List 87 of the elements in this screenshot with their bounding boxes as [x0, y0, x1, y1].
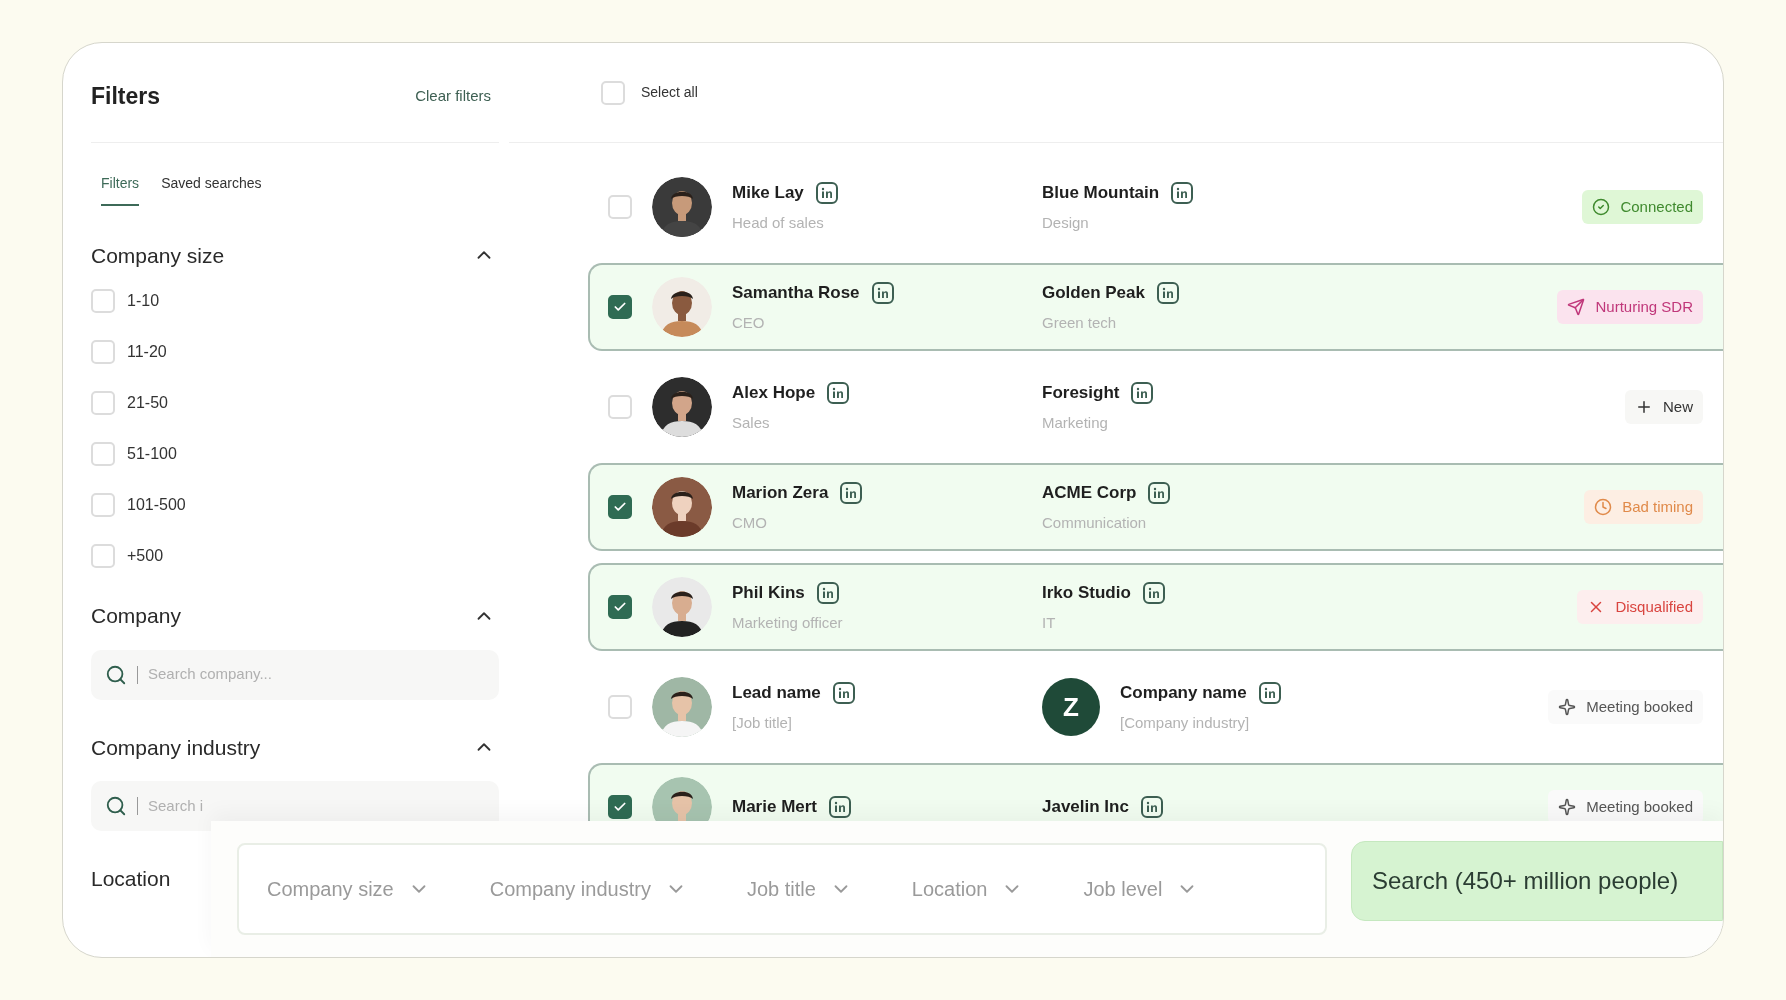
lead-name: Samantha Rose [732, 282, 860, 304]
linkedin-icon[interactable] [827, 381, 850, 404]
company-name: Foresight [1042, 382, 1120, 404]
company-name: Blue Mountain [1042, 182, 1160, 204]
lead-name: Marion Zera [732, 482, 829, 504]
linkedin-icon[interactable] [832, 681, 855, 704]
checkbox[interactable] [608, 795, 632, 819]
sidebar-title: Filters [91, 82, 161, 111]
check-icon [613, 600, 627, 614]
search-icon [105, 663, 127, 686]
lead-name: Mike Lay [732, 182, 804, 204]
search-button[interactable]: Search (450+ million people) [1351, 841, 1723, 921]
lead-name: Phil Kins [732, 582, 805, 604]
section-title: Location [91, 866, 171, 892]
lead-name: Alex Hope [732, 382, 816, 404]
job-title: Head of sales [732, 212, 825, 233]
linkedin-icon[interactable] [1142, 581, 1165, 604]
check-icon [613, 500, 627, 514]
section-title: Company size [91, 242, 225, 269]
company-name: ACME Corp [1042, 482, 1137, 504]
check-icon [613, 800, 627, 814]
company-industry: Green tech [1042, 312, 1118, 333]
search-input[interactable]: Search i [148, 794, 398, 818]
job-title: CEO [732, 312, 766, 333]
search-input[interactable]: Search company... [148, 663, 398, 686]
status-badge: Connected [1582, 189, 1703, 225]
company-industry: [Company industry] [1120, 712, 1251, 733]
linkedin-icon[interactable] [1258, 681, 1281, 704]
tab[interactable]: Saved searches [161, 172, 262, 206]
section-title: Company industry [91, 734, 261, 761]
select-all-label: Select all [641, 83, 698, 102]
linkedin-icon[interactable] [840, 481, 863, 504]
lead-name: Lead name [732, 682, 821, 704]
option-label: 101-500 [127, 495, 186, 515]
job-title: Marketing officer [732, 612, 844, 633]
company-name: Company name [1120, 682, 1247, 704]
checkbox[interactable] [608, 495, 632, 519]
clear-filters-link[interactable]: Clear filters [415, 85, 491, 108]
status-icon [1558, 798, 1577, 816]
job-title: CMO [732, 512, 768, 533]
job-title: [Job title] [732, 712, 794, 733]
lead-row[interactable]: Phil Kins Marketing officer Irko Studio IT Disqualified [588, 563, 1723, 651]
status-badge: Nurturing SDR [1557, 289, 1703, 325]
linkedin-icon[interactable] [1131, 381, 1154, 404]
option-label: 1-10 [127, 291, 160, 311]
company-name: Javelin Inc [1042, 796, 1129, 819]
linkedin-icon[interactable] [1148, 481, 1171, 504]
linkedin-icon[interactable] [815, 181, 838, 204]
linkedin-icon[interactable] [1157, 281, 1179, 304]
status-icon [1635, 398, 1653, 416]
avatar [652, 377, 712, 437]
search-icon [105, 795, 127, 817]
company-name: Irko Studio [1042, 582, 1131, 604]
search-field[interactable]: Search company... [91, 649, 499, 700]
checkbox[interactable] [608, 295, 632, 319]
lead-row[interactable]: Samantha Rose CEO Golden Peak Green tech Nurturing SDR [588, 263, 1723, 351]
company-logo: Z [1042, 678, 1100, 736]
section-title: Company [91, 603, 181, 629]
lead-name: Marie Mert [732, 796, 818, 819]
option-label: 11-20 [127, 342, 167, 362]
option-label: +500 [127, 546, 164, 566]
status-icon [1567, 298, 1586, 316]
option-label: 51-100 [127, 444, 177, 464]
status-icon [1594, 498, 1613, 516]
status-badge: Bad timing [1584, 489, 1703, 525]
status-icon [1592, 198, 1611, 216]
status-icon [1558, 698, 1577, 716]
company-industry: IT [1042, 612, 1057, 633]
status-badge: Meeting booked [1548, 689, 1703, 725]
company-industry: Design [1042, 212, 1090, 233]
linkedin-icon[interactable] [1140, 796, 1163, 818]
check-icon [613, 300, 627, 314]
lead-row[interactable]: Marion Zera CMO ACME Corp Communication Bad timing [588, 463, 1723, 551]
option-label: 21-50 [127, 393, 168, 413]
tab[interactable]: Filters [101, 172, 140, 206]
linkedin-icon[interactable] [829, 796, 852, 818]
select-all-checkbox[interactable] [601, 80, 625, 105]
linkedin-icon[interactable] [871, 281, 894, 304]
status-badge: New [1625, 389, 1703, 425]
job-title: Sales [732, 412, 771, 433]
checkbox[interactable] [608, 595, 632, 619]
linkedin-icon[interactable] [816, 581, 839, 604]
company-name: Golden Peak [1042, 282, 1145, 304]
linkedin-icon[interactable] [1171, 181, 1194, 204]
status-badge: Disqualified [1577, 589, 1703, 625]
company-industry: Marketing [1042, 412, 1109, 433]
company-industry: Communication [1042, 512, 1148, 533]
